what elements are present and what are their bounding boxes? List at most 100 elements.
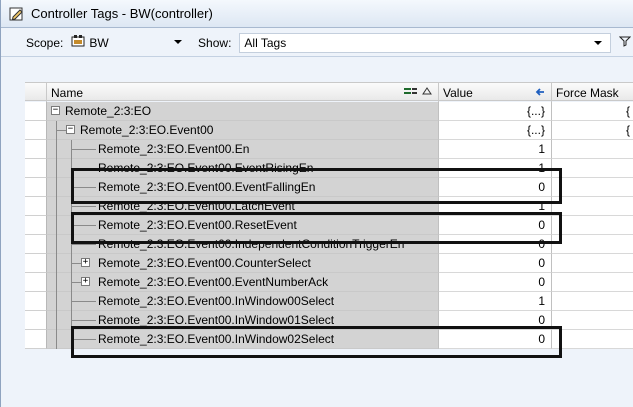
force-mask-cell[interactable] [552, 292, 633, 311]
tag-name: Remote_2:3:EO.Event00 [80, 123, 214, 137]
tag-name-cell[interactable]: Remote_2:3:EO.Event00.InWindow00Select [47, 292, 439, 311]
row-selector[interactable] [25, 159, 47, 178]
controller-icon [71, 34, 85, 51]
title-bar: Controller Tags - BW(controller) [1, 0, 633, 28]
tree-line [71, 301, 96, 302]
table-row[interactable]: Remote_2:3:EO.Event00.InWindow00Select 1 [25, 292, 633, 311]
chevron-down-icon [174, 39, 183, 44]
force-mask-cell[interactable]: { [552, 121, 633, 140]
force-mask-cell[interactable] [552, 273, 633, 292]
column-header-name[interactable]: Name [47, 83, 439, 102]
row-selector[interactable] [25, 273, 47, 292]
tree-line [56, 159, 57, 178]
tree-line [56, 254, 57, 273]
highlight-box-inwindow00 [71, 326, 562, 358]
tree-line [56, 140, 57, 159]
filter-button[interactable] [617, 33, 633, 53]
tag-toolbar: Scope: BW Show: All Tags [1, 29, 633, 57]
edit-tags-icon [9, 6, 25, 22]
table-row[interactable]: − Remote_2:3:EO.Event00 {...}{ [25, 121, 633, 140]
tag-name-cell[interactable]: Remote_2:3:EO.Event00.En [47, 140, 439, 159]
tag-name: Remote_2:3:EO.Event00.EventNumberAck [98, 275, 329, 289]
row-selector[interactable] [25, 254, 47, 273]
tree-line [71, 244, 96, 245]
tag-value-cell[interactable]: 0 [439, 273, 552, 292]
tag-name-cell[interactable]: − Remote_2:3:EO [47, 102, 439, 121]
tree-line [56, 178, 57, 197]
expand-icon[interactable]: + [81, 277, 90, 286]
row-selector[interactable] [25, 235, 47, 254]
tree-line [56, 197, 57, 216]
scope-dropdown[interactable]: BW [71, 33, 188, 53]
tag-name: Remote_2:3:EO.Event00.En [98, 142, 250, 156]
row-selector[interactable] [25, 292, 47, 311]
tree-line [56, 273, 57, 292]
column-header-force-mask[interactable]: Force Mask [552, 83, 633, 102]
tag-value-cell[interactable]: {...} [439, 102, 552, 121]
show-dropdown[interactable]: All Tags [239, 32, 611, 53]
row-selector[interactable] [25, 178, 47, 197]
tree-line [71, 206, 96, 207]
table-row[interactable]: − Remote_2:3:EO {...}{ [25, 102, 633, 121]
row-selector[interactable] [25, 121, 47, 140]
tag-name: Remote_2:3:EO.Event00.InWindow00Select [98, 294, 335, 308]
scope-label: Scope: [26, 35, 64, 50]
window-title: Controller Tags - BW(controller) [31, 6, 213, 21]
force-mask-cell[interactable] [552, 330, 633, 349]
tree-line [71, 263, 81, 264]
tag-value-cell[interactable]: 0 [439, 254, 552, 273]
row-selector-header[interactable] [25, 83, 47, 102]
force-mask-cell[interactable]: { [552, 102, 633, 121]
force-mask-cell[interactable] [552, 216, 633, 235]
arrow-left-icon [535, 86, 545, 100]
expand-icon[interactable]: + [81, 258, 90, 267]
table-row[interactable]: Remote_2:3:EO.Event00.En 1 [25, 140, 633, 159]
row-selector[interactable] [25, 140, 47, 159]
column-options-icon[interactable] [404, 86, 418, 101]
column-header-row: Name Value Force Mask [25, 82, 633, 102]
tag-name: Remote_2:3:EO.Event00.InWindow01Select [98, 313, 335, 327]
tag-name-cell[interactable]: + Remote_2:3:EO.Event00.EventNumberAck [47, 273, 439, 292]
collapse-icon[interactable]: − [51, 106, 60, 115]
sort-ascending-icon[interactable] [422, 86, 432, 99]
tag-value-cell[interactable]: 1 [439, 140, 552, 159]
tree-line [71, 320, 96, 321]
tag-name: Remote_2:3:EO [65, 104, 152, 118]
tree-line [71, 149, 96, 150]
force-mask-cell[interactable] [552, 197, 633, 216]
tag-name: Remote_2:3:EO.Event00.CounterSelect [98, 256, 311, 270]
tree-line [71, 282, 81, 283]
tag-name-cell[interactable]: − Remote_2:3:EO.Event00 [47, 121, 439, 140]
force-mask-cell[interactable] [552, 178, 633, 197]
force-mask-cell[interactable] [552, 235, 633, 254]
force-mask-cell[interactable] [552, 254, 633, 273]
tree-line [56, 311, 57, 330]
row-selector[interactable] [25, 330, 47, 349]
collapse-icon[interactable]: − [66, 125, 75, 134]
tree-line [56, 216, 57, 235]
tag-name-cell[interactable]: + Remote_2:3:EO.Event00.CounterSelect [47, 254, 439, 273]
show-label: Show: [198, 35, 232, 50]
filter-icon [619, 35, 632, 50]
force-mask-cell[interactable] [552, 311, 633, 330]
tree-line [56, 330, 57, 349]
row-selector[interactable] [25, 197, 47, 216]
chevron-down-icon [593, 40, 602, 45]
scope-value: BW [89, 35, 109, 50]
row-selector[interactable] [25, 311, 47, 330]
table-row[interactable]: + Remote_2:3:EO.Event00.CounterSelect 0 [25, 254, 633, 273]
tree-line [56, 235, 57, 254]
column-header-value[interactable]: Value [439, 83, 552, 102]
controller-tags-window: Controller Tags - BW(controller) Scope: … [0, 0, 633, 407]
force-mask-cell[interactable] [552, 159, 633, 178]
row-selector[interactable] [25, 216, 47, 235]
table-row[interactable]: + Remote_2:3:EO.Event00.EventNumberAck 0 [25, 273, 633, 292]
row-selector[interactable] [25, 102, 47, 121]
show-value: All Tags [244, 35, 287, 50]
tree-line [56, 130, 66, 131]
tree-line [56, 292, 57, 311]
tag-value-cell[interactable]: {...} [439, 121, 552, 140]
force-mask-cell[interactable] [552, 140, 633, 159]
highlight-box-en-group [71, 168, 562, 204]
tag-value-cell[interactable]: 1 [439, 292, 552, 311]
